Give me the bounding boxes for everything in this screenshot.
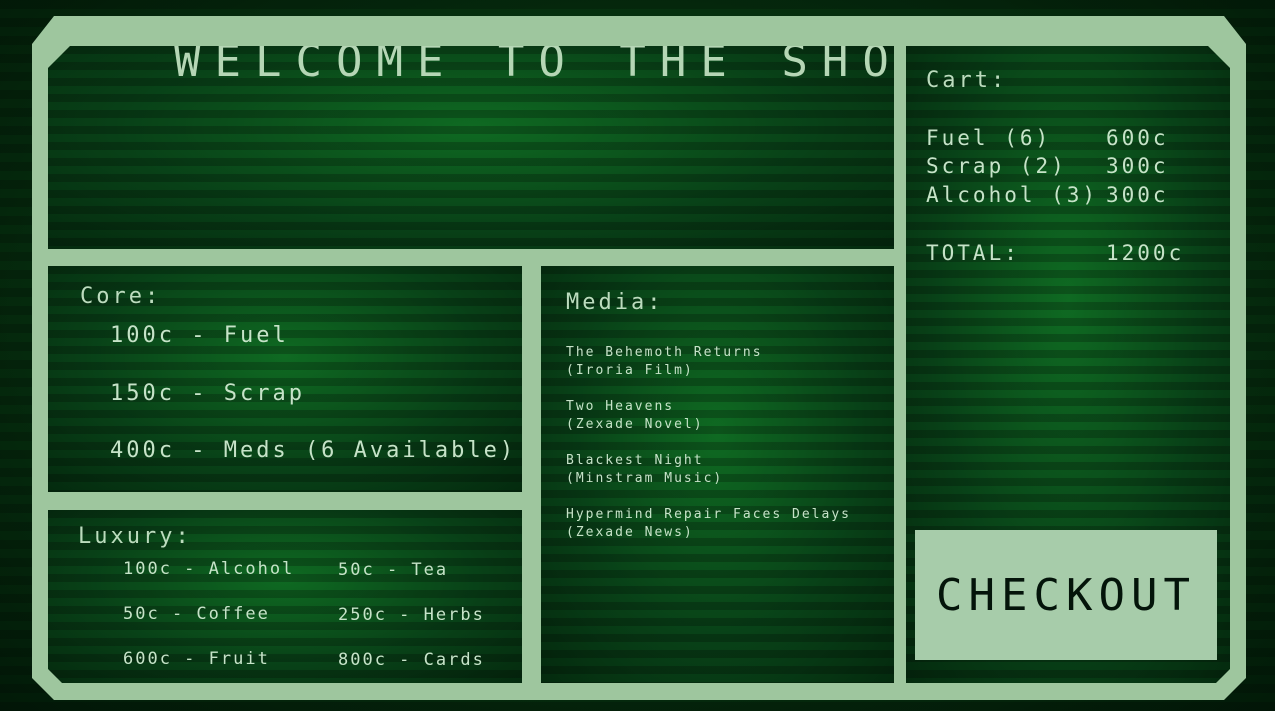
- media-item-source: (Zexade News): [566, 525, 694, 540]
- core-item-scrap[interactable]: 150c - Scrap: [110, 381, 305, 406]
- media-panel: Media: The Behemoth Returns (Iroria Film…: [541, 266, 894, 683]
- media-item-source: (Minstram Music): [566, 471, 724, 486]
- luxury-item-coffee[interactable]: 50c - Coffee: [123, 604, 270, 624]
- core-panel: Core: 100c - Fuel 150c - Scrap 400c - Me…: [48, 266, 522, 492]
- cart-total-label: TOTAL:: [926, 241, 1020, 265]
- core-item-fuel[interactable]: 100c - Fuel: [110, 323, 289, 348]
- cart-item-name: Fuel (6): [926, 126, 1052, 150]
- checkout-button[interactable]: CHECKOUT: [915, 530, 1217, 660]
- welcome-panel: WELCOME TO THE SHOP: [48, 46, 894, 249]
- cart-panel: Cart: Fuel (6) 600c Scrap (2) 300c Alcoh…: [906, 46, 1230, 683]
- media-item[interactable]: Two Heavens (Zexade Novel): [566, 398, 704, 434]
- cart-total-row: TOTAL: 1200c: [926, 241, 1020, 265]
- luxury-item-cards[interactable]: 800c - Cards: [338, 650, 485, 670]
- cart-row: Scrap (2) 300c: [926, 154, 1067, 178]
- cart-item-price: 300c: [1106, 154, 1169, 178]
- media-item-name: The Behemoth Returns: [566, 345, 763, 360]
- media-item-source: (Zexade Novel): [566, 417, 704, 432]
- cart-item-name: Alcohol (3): [926, 183, 1099, 207]
- luxury-item-herbs[interactable]: 250c - Herbs: [338, 605, 485, 625]
- media-item-source: (Iroria Film): [566, 363, 694, 378]
- cart-item-name: Scrap (2): [926, 154, 1067, 178]
- panel-divider: [522, 262, 541, 690]
- media-item-name: Two Heavens: [566, 399, 675, 414]
- cart-row: Alcohol (3) 300c: [926, 183, 1098, 207]
- cart-item-price: 600c: [1106, 126, 1169, 150]
- luxury-item-tea[interactable]: 50c - Tea: [338, 560, 448, 580]
- media-item[interactable]: The Behemoth Returns (Iroria Film): [566, 344, 763, 380]
- media-heading: Media:: [566, 290, 664, 315]
- cart-heading: Cart:: [926, 68, 1008, 93]
- core-item-meds[interactable]: 400c - Meds (6 Available): [110, 438, 516, 463]
- cart-item-price: 300c: [1106, 183, 1169, 207]
- luxury-item-alcohol[interactable]: 100c - Alcohol: [123, 559, 294, 579]
- cart-row: Fuel (6) 600c: [926, 126, 1051, 150]
- media-item[interactable]: Blackest Night (Minstram Music): [566, 452, 723, 488]
- cart-total-value: 1200c: [1106, 241, 1185, 265]
- shop-screen: WELCOME TO THE SHOP Core: 100c - Fuel 15…: [0, 0, 1275, 711]
- media-item[interactable]: Hypermind Repair Faces Delays (Zexade Ne…: [566, 506, 851, 542]
- core-heading: Core:: [80, 284, 162, 309]
- luxury-panel: Luxury: 100c - Alcohol 50c - Tea 50c - C…: [48, 510, 522, 683]
- luxury-heading: Luxury:: [78, 524, 192, 549]
- media-item-name: Blackest Night: [566, 453, 704, 468]
- media-item-name: Hypermind Repair Faces Delays: [566, 507, 851, 522]
- luxury-item-fruit[interactable]: 600c - Fruit: [123, 649, 270, 669]
